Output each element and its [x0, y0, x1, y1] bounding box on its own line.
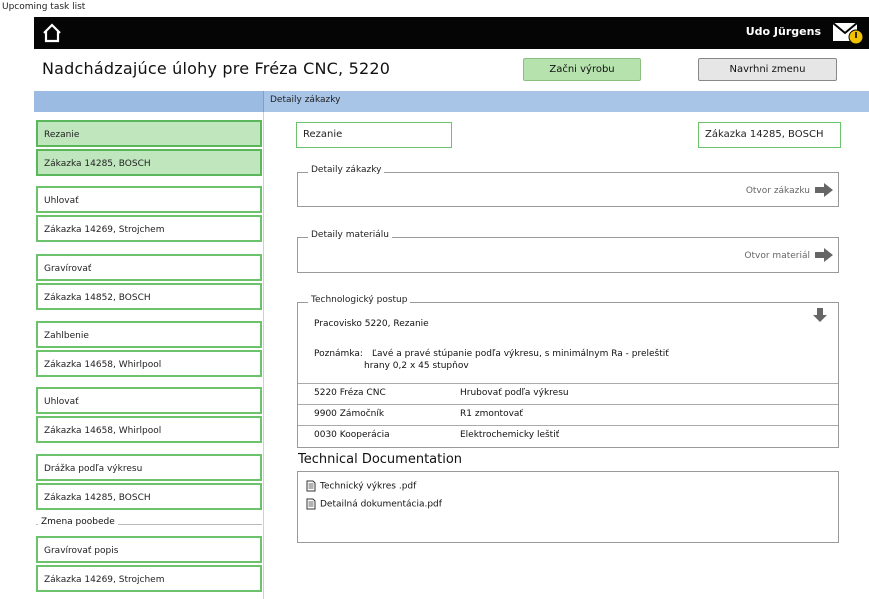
window-caption: Upcoming task list [2, 2, 86, 12]
task-operation[interactable]: Gravírovať popis [36, 536, 262, 563]
task-list-panel: Rezanie Zákazka 14285, BOSCH Uhlovať Zák… [34, 112, 264, 599]
task-operation[interactable]: Uhlovať [36, 387, 262, 414]
open-material-link[interactable]: Otvor materiál [744, 251, 810, 261]
document-icon [306, 480, 316, 492]
task-order[interactable]: Zákazka 14285, BOSCH [36, 149, 262, 176]
order-field[interactable]: Zákazka 14285, BOSCH [698, 122, 841, 148]
workplace-text: Pracovisko 5220, Rezanie [314, 319, 429, 329]
task-order[interactable]: Zákazka 14269, Strojchem [36, 565, 262, 592]
start-production-button[interactable]: Začni výrobu [523, 58, 641, 81]
task-operation[interactable]: Drážka podľa výkresu [36, 454, 262, 481]
step-station: 5220 Fréza CNC [314, 388, 386, 398]
task-operation[interactable]: Rezanie [36, 120, 262, 147]
arrow-down-icon[interactable] [812, 307, 828, 323]
order-details-legend: Detaily zákazky [308, 165, 385, 175]
task-operation[interactable]: Gravírovať [36, 254, 262, 281]
tech-doc-box: Technický výkres .pdf Detailná dokumentá… [297, 471, 839, 543]
doc-file-link[interactable]: Detailná dokumentácia.pdf [306, 498, 442, 510]
section-title: Detaily zákazky [270, 95, 341, 105]
task-operation[interactable]: Uhlovať [36, 186, 262, 213]
material-details-group: Detaily materiálu Otvor materiál [297, 230, 839, 273]
task-list-header [34, 91, 264, 112]
page-title: Nadchádzajúce úlohy pre Fréza CNC, 5220 [42, 59, 391, 78]
tech-step-row[interactable]: 9900 Zámočník R1 zmontovať [298, 404, 838, 425]
open-order-link[interactable]: Otvor zákazku [746, 186, 810, 196]
home-icon[interactable] [42, 23, 62, 43]
note-label: Poznámka: [314, 349, 363, 359]
task-order[interactable]: Zákazka 14658, Whirlpool [36, 416, 262, 443]
doc-file-name: Technický výkres .pdf [320, 481, 417, 492]
arrow-right-icon[interactable] [814, 247, 834, 263]
user-name[interactable]: Udo Jürgens [746, 25, 821, 38]
step-station: 0030 Kooperácia [314, 430, 390, 440]
order-details-group: Detaily zákazky Otvor zákazku [297, 165, 839, 207]
top-bar: Udo Jürgens [34, 17, 869, 49]
tech-process-group: Technologický postup Pracovisko 5220, Re… [297, 295, 839, 448]
doc-file-name: Detailná dokumentácia.pdf [320, 499, 442, 510]
task-operation[interactable]: Zahlbenie [36, 321, 262, 348]
section-bar: Detaily zákazky [34, 91, 869, 112]
step-action: Elektrochemicky leštiť [460, 430, 560, 440]
task-order[interactable]: Zákazka 14285, BOSCH [36, 483, 262, 510]
tech-step-row[interactable]: 5220 Fréza CNC Hrubovať podľa výkresu [298, 383, 838, 404]
doc-file-link[interactable]: Technický výkres .pdf [306, 480, 416, 492]
arrow-right-icon[interactable] [814, 182, 834, 198]
task-order[interactable]: Zákazka 14658, Whirlpool [36, 350, 262, 377]
mail-notification-icon[interactable] [831, 20, 865, 46]
step-action: Hrubovať podľa výkresu [460, 388, 569, 398]
tech-process-legend: Technologický postup [308, 295, 411, 305]
shift-label: Zmena poobede [38, 517, 118, 527]
step-action: R1 zmontovať [460, 409, 523, 419]
task-order[interactable]: Zákazka 14269, Strojchem [36, 215, 262, 242]
material-details-legend: Detaily materiálu [308, 230, 392, 240]
tech-step-row[interactable]: 0030 Kooperácia Elektrochemicky leštiť [298, 425, 838, 446]
tech-doc-title: Technical Documentation [298, 452, 463, 467]
step-station: 9900 Zámočník [314, 409, 385, 419]
document-icon [306, 498, 316, 510]
operation-field[interactable]: Rezanie [296, 122, 452, 148]
note-line: hrany 0,2 x 45 stupňov [364, 361, 469, 371]
propose-change-button[interactable]: Navrhni zmenu [698, 58, 837, 81]
header-row: Nadchádzajúce úlohy pre Fréza CNC, 5220 … [34, 51, 869, 84]
note-line: Ľavé a pravé stúpanie podľa výkresu, s m… [372, 349, 669, 359]
task-order[interactable]: Zákazka 14852, BOSCH [36, 283, 262, 310]
